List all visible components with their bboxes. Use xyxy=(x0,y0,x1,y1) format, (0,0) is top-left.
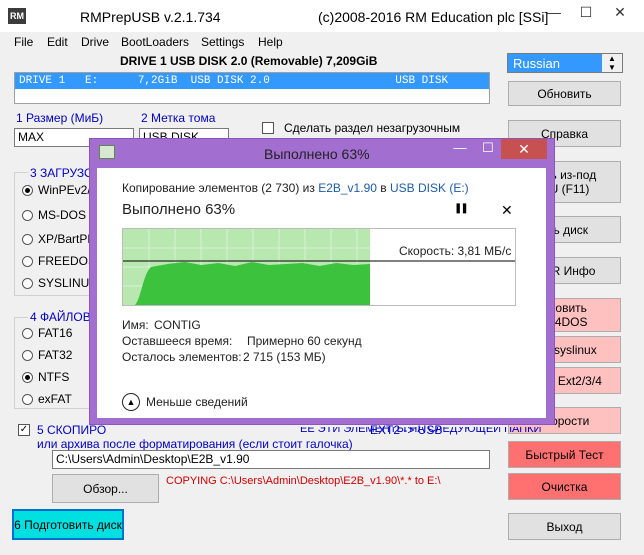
prepare-drive-button[interactable]: 6 Подготовить диск xyxy=(12,509,124,540)
percent-heading: Выполнено 63% xyxy=(122,201,236,218)
dialog-title: Выполнено 63% xyxy=(264,146,370,162)
dialog-minimize-button[interactable]: — xyxy=(446,139,474,159)
dialog-close-button[interactable]: ✕ xyxy=(501,139,547,159)
boot-option-label: FREEDOS xyxy=(38,254,97,268)
size-label: 1 Размер (МиБ) xyxy=(16,111,104,125)
app-title: RMPrepUSB v.2.1.734 xyxy=(80,9,221,25)
fs-radio-ntfs[interactable] xyxy=(22,372,33,383)
dialog-maximize-button[interactable]: ☐ xyxy=(474,139,502,159)
speed-area xyxy=(123,262,370,305)
nonboot-label: Сделать раздел незагрузочным xyxy=(284,121,461,135)
menu-drive[interactable]: Drive xyxy=(81,35,109,49)
time-remaining-value: Примерно 60 секунд xyxy=(247,334,362,348)
menu-edit[interactable]: Edit xyxy=(47,35,68,49)
fs-radio-fat32[interactable] xyxy=(22,350,33,361)
boot-group-title: 3 ЗАГРУЗО xyxy=(28,166,96,180)
fs-option-label: FAT16 xyxy=(38,326,73,340)
drive-list-row[interactable]: DRIVE 1 E: 7,2GiB USB DISK 2.0 USB DISK xyxy=(15,73,489,89)
copy-summary-in: в xyxy=(376,181,390,195)
boot-radio-xp[interactable] xyxy=(22,234,33,245)
copy-dialog-icon xyxy=(99,145,115,159)
fs-radio-exfat[interactable] xyxy=(22,394,33,405)
app-copyright: (c)2008-2016 RM Education plc [SSi] xyxy=(318,9,549,25)
items-remaining-label: Осталось элементов: xyxy=(122,350,242,364)
menu-help[interactable]: Help xyxy=(258,35,283,49)
copy-files-label-2: или архива после форматирования (если ст… xyxy=(37,437,353,451)
spin-arrows-icon[interactable]: ▲ ▼ xyxy=(602,54,622,72)
boot-option-label: WinPEv2/ xyxy=(38,183,91,197)
source-path-input[interactable]: C:\Users\Admin\Desktop\E2B_v1.90 xyxy=(52,450,490,469)
close-button[interactable]: ✕ xyxy=(600,0,640,26)
name-label: Имя: xyxy=(122,318,149,332)
collapse-icon[interactable]: ▲ xyxy=(122,393,140,411)
drive-title: DRIVE 1 USB DISK 2.0 (Removable) 7,209Gi… xyxy=(120,54,378,68)
less-details-link[interactable]: Меньше сведений xyxy=(146,395,248,409)
fs-option-label: NTFS xyxy=(38,370,70,384)
source-link[interactable]: E2B_v1.90 xyxy=(318,181,377,195)
boot-radio-freedos[interactable] xyxy=(22,256,33,267)
boot-option-label: XP/BartPE xyxy=(38,232,96,246)
ext-copy-label: EXT2 -> USB xyxy=(370,423,443,437)
cancel-copy-icon[interactable]: ✕ xyxy=(501,202,513,219)
fs-radio-fat16[interactable] xyxy=(22,328,33,339)
clean-button[interactable]: Очистка xyxy=(508,473,621,500)
copy-summary-prefix: Копирование элементов (2 730) из xyxy=(122,181,319,195)
speed-chart xyxy=(122,228,516,306)
boot-radio-winpe[interactable] xyxy=(22,185,33,196)
fs-group-title: 4 ФАЙЛОВ xyxy=(28,310,93,324)
refresh-button[interactable]: Обновить xyxy=(508,81,621,106)
app-icon: RM xyxy=(8,8,26,24)
nonboot-checkbox[interactable] xyxy=(262,122,274,134)
copy-files-label: 5 СКОПИРО xyxy=(37,423,107,437)
browse-button[interactable]: Обзор... xyxy=(52,474,159,503)
pause-icon[interactable]: ❚❚ xyxy=(454,203,469,214)
items-remaining-value: 2 715 (153 МБ) xyxy=(243,350,326,364)
boot-option-label: MS-DOS b xyxy=(38,208,97,222)
volume-label-label: 2 Метка тома xyxy=(141,111,216,125)
menu-settings[interactable]: Settings xyxy=(201,35,244,49)
copy-files-checkbox[interactable]: ✓ xyxy=(18,424,30,436)
destination-link[interactable]: USB DISK (E:) xyxy=(390,181,469,195)
exit-button[interactable]: Выход xyxy=(508,513,621,540)
fs-option-label: exFAT xyxy=(38,392,72,406)
menu-file[interactable]: File xyxy=(14,35,33,49)
speed-label: Скорость: 3,81 МБ/с xyxy=(399,244,512,258)
copy-summary: Копирование элементов (2 730) из E2B_v1.… xyxy=(122,181,469,195)
name-value: CONTIG xyxy=(154,318,201,332)
menu-bootloaders[interactable]: BootLoaders xyxy=(121,35,189,49)
time-remaining-label: Оставшееся время: xyxy=(122,334,233,348)
boot-radio-syslinux[interactable] xyxy=(22,278,33,289)
fs-option-label: FAT32 xyxy=(38,348,73,362)
quick-test-button[interactable]: Быстрый Тест xyxy=(508,441,621,468)
copying-status: COPYING C:\Users\Admin\Desktop\E2B_v1.90… xyxy=(166,475,441,487)
boot-radio-msdos[interactable] xyxy=(22,210,33,221)
